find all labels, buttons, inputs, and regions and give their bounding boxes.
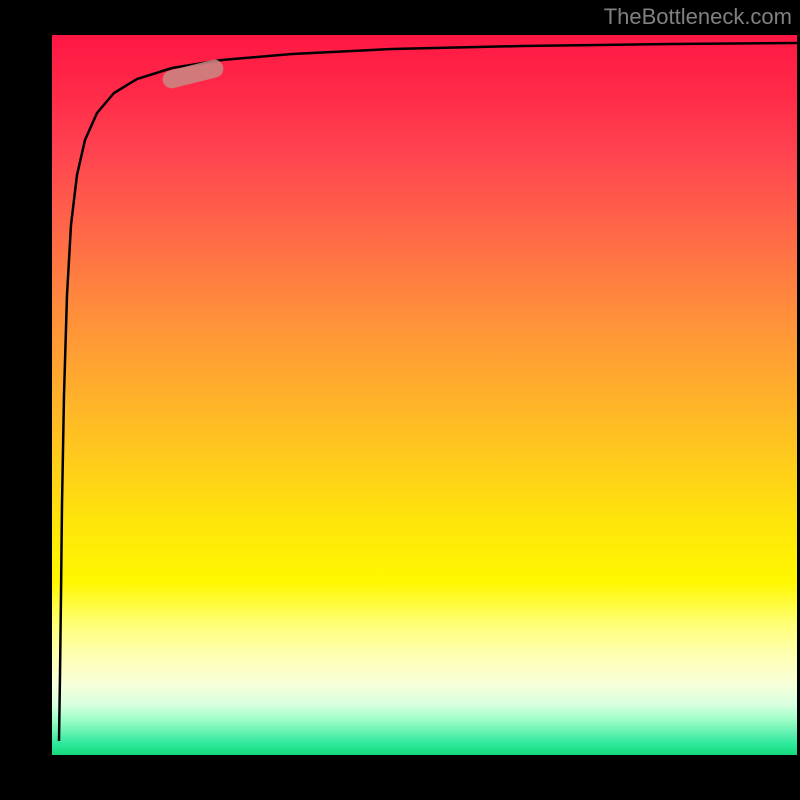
bottleneck-curve xyxy=(52,35,797,755)
curve-path xyxy=(59,43,797,741)
watermark-text: TheBottleneck.com xyxy=(604,4,792,30)
chart-plot-area xyxy=(52,35,797,755)
highlight-marker xyxy=(161,58,226,90)
